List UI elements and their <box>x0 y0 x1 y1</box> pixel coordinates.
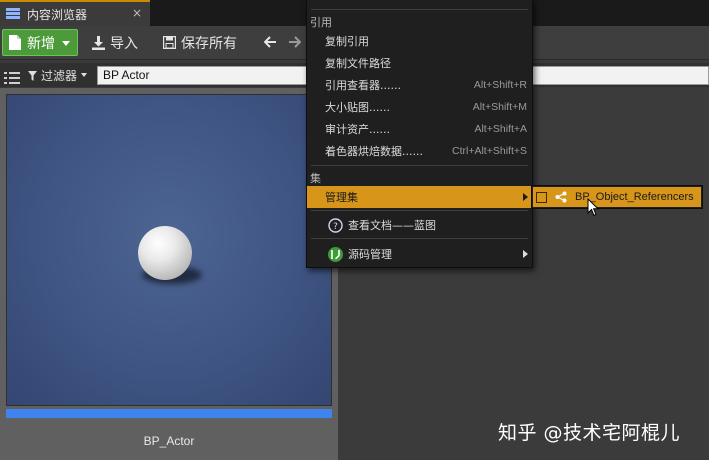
help-icon: ? <box>328 217 343 233</box>
submenu-arrow-icon <box>523 250 528 258</box>
filter-label: 过滤器 <box>41 68 78 83</box>
menu-item-label: 复制引用 <box>325 35 369 48</box>
chevron-down-icon <box>62 41 70 46</box>
menu-item-shader-cook-stats[interactable]: 着色器烘焙数据...... Ctrl+Alt+Shift+S <box>307 140 532 162</box>
submenu-arrow-icon <box>523 193 528 201</box>
history-nav <box>263 34 302 52</box>
menu-divider <box>311 165 528 166</box>
menu-item-label: 引用查看器...... <box>325 79 401 92</box>
import-label: 导入 <box>110 35 138 52</box>
close-icon[interactable]: × <box>132 6 142 20</box>
menu-item-label: 源码管理 <box>348 248 392 261</box>
sphere-preview <box>138 226 192 280</box>
share-icon <box>555 191 567 203</box>
menu-divider <box>311 9 528 10</box>
menu-item-label: 审计资产...... <box>325 123 390 136</box>
collection-checkbox[interactable] <box>536 191 547 203</box>
menu-item-shortcut: Alt+Shift+A <box>474 123 527 135</box>
menu-section-collections: 集 <box>310 172 321 185</box>
tab-content-browser[interactable]: 内容浏览器 × <box>0 0 150 26</box>
import-icon <box>92 35 105 50</box>
menu-item-copy-file-path[interactable]: 复制文件路径 <box>307 52 532 74</box>
menu-item-label: 着色器烘焙数据...... <box>325 145 423 158</box>
menu-item-label: 大小贴图...... <box>325 101 390 114</box>
watermark: 知乎 @技术宅阿棍儿 <box>498 422 681 444</box>
save-all-label: 保存所有 <box>181 35 237 52</box>
filter-icon <box>28 70 37 81</box>
menu-divider <box>311 210 528 211</box>
menu-item-manage-collections[interactable]: 管理集 <box>307 186 532 208</box>
context-menu: 引用 复制引用 复制文件路径 引用查看器...... Alt+Shift+R 大… <box>306 0 533 268</box>
collection-item[interactable]: BP_Object_Referencers <box>533 187 701 207</box>
forward-arrow-icon[interactable] <box>288 34 302 48</box>
new-file-icon <box>9 35 21 50</box>
save-all-button[interactable]: 保存所有 <box>162 29 237 56</box>
mouse-cursor-icon <box>587 197 601 218</box>
menu-item-view-documentation[interactable]: ? 查看文档——蓝图 <box>307 214 532 236</box>
menu-item-copy-reference[interactable]: 复制引用 <box>307 30 532 52</box>
menu-item-audit-assets[interactable]: 审计资产...... Alt+Shift+A <box>307 118 532 140</box>
content-browser-icon <box>6 8 20 20</box>
tab-title: 内容浏览器 <box>27 7 88 22</box>
source-control-icon <box>328 246 343 262</box>
filter-button[interactable]: 过滤器 <box>28 66 88 84</box>
menu-item-reference-viewer[interactable]: 引用查看器...... Alt+Shift+R <box>307 74 532 96</box>
menu-item-source-control[interactable]: 源码管理 <box>307 243 532 265</box>
import-button[interactable]: 导入 <box>92 29 138 56</box>
menu-item-size-map[interactable]: 大小贴图...... Alt+Shift+M <box>307 96 532 118</box>
menu-item-label: 管理集 <box>325 191 358 204</box>
asset-type-color-bar <box>6 409 332 418</box>
back-arrow-icon[interactable] <box>263 34 276 48</box>
collections-submenu: BP_Object_Referencers <box>531 185 703 209</box>
menu-item-label: 复制文件路径 <box>325 57 391 70</box>
menu-item-label: 查看文档——蓝图 <box>348 219 436 232</box>
svg-text:?: ? <box>333 222 338 232</box>
chevron-down-icon <box>81 73 88 77</box>
menu-divider <box>311 238 528 239</box>
new-button-label: 新增 <box>27 35 55 52</box>
menu-item-shortcut: Ctrl+Alt+Shift+S <box>452 145 527 157</box>
save-icon <box>162 35 177 50</box>
menu-item-shortcut: Alt+Shift+R <box>473 79 527 91</box>
menu-item-shortcut: Alt+Shift+M <box>472 101 527 113</box>
sources-panel-toggle-icon[interactable] <box>4 70 20 84</box>
menu-section-references: 引用 <box>310 16 332 29</box>
asset-name: BP_Actor <box>143 434 195 448</box>
new-button[interactable]: 新增 <box>2 29 78 56</box>
